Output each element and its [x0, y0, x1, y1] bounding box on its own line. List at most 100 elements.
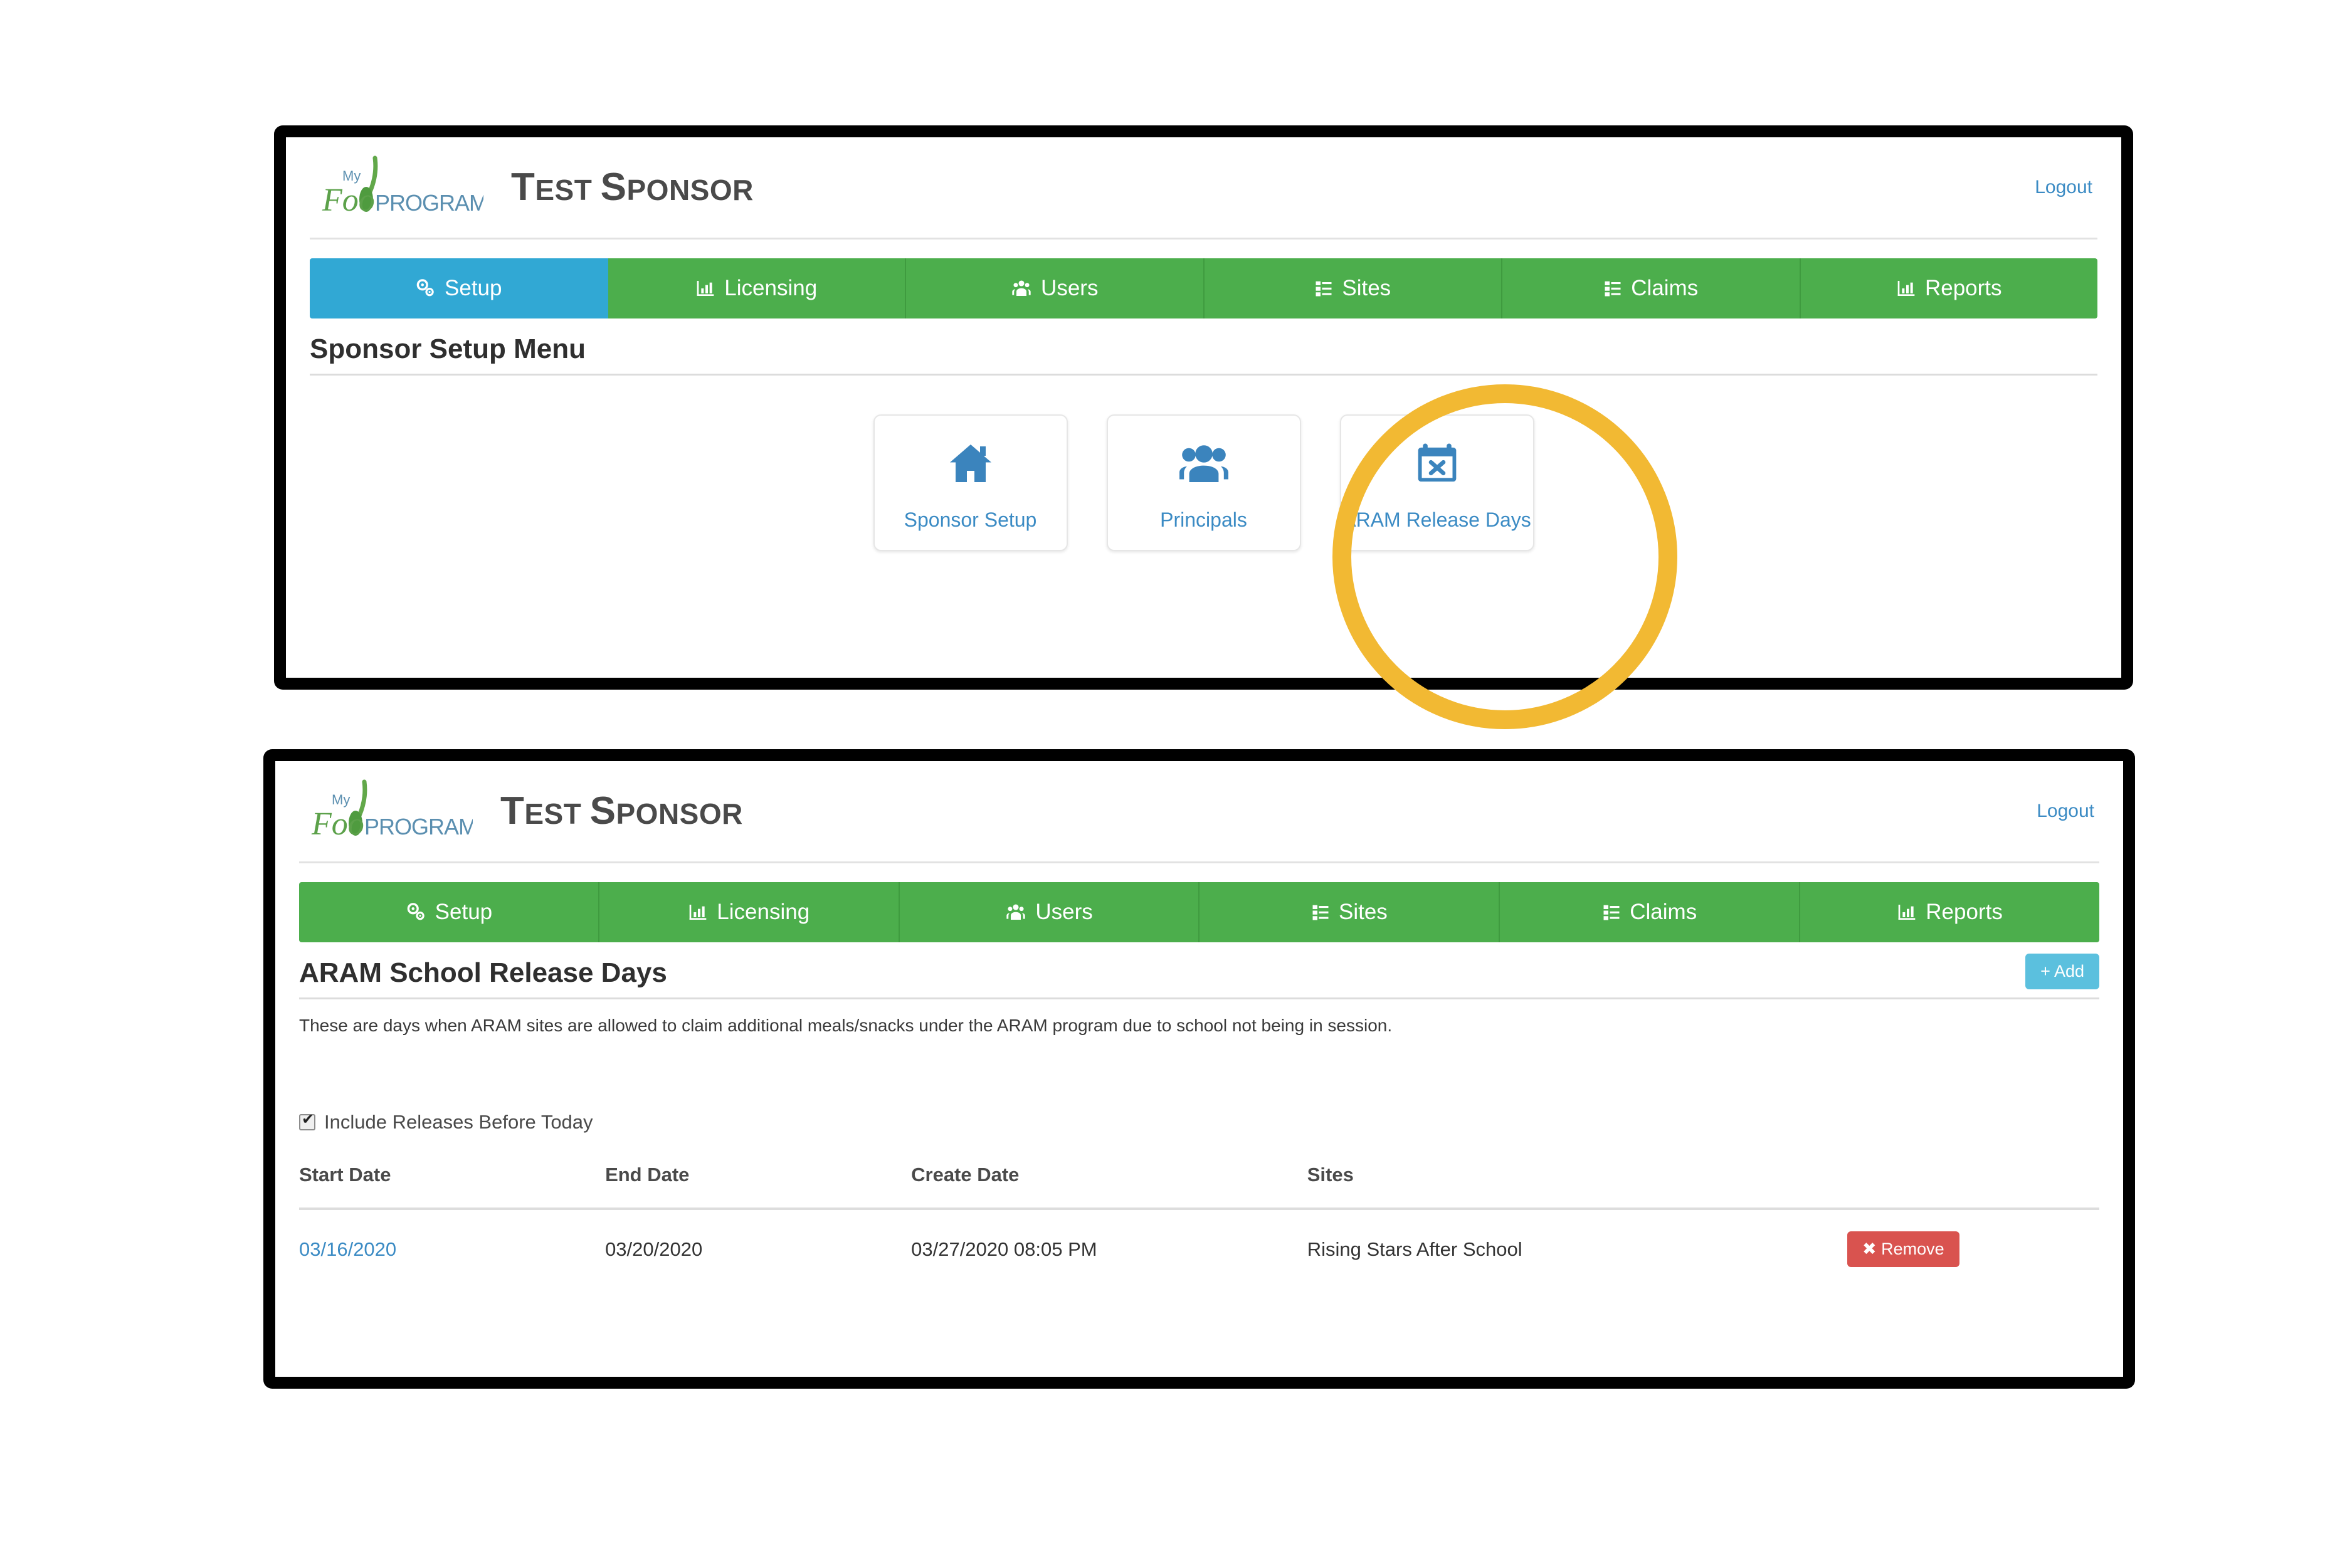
add-button[interactable]: + Add: [2025, 954, 2099, 989]
tab-claims[interactable]: Claims: [1500, 882, 1801, 942]
tab-reports-label: Reports: [1926, 900, 2003, 924]
sponsor-title-rest-ponsor: PONSOR: [626, 174, 754, 206]
tab-setup[interactable]: Setup: [310, 258, 608, 318]
tab-claims-label: Claims: [1631, 276, 1699, 300]
svg-text:Foo: Foo: [311, 806, 364, 842]
sponsor-title-rest-est: EST: [524, 797, 590, 830]
table-header: Start Date End Date Create Date Sites: [299, 1164, 2099, 1210]
cell-sites: Rising Stars After School: [1307, 1238, 1522, 1260]
setup-menu-card-row: Sponsor Setup Principals ARAM Release Da…: [310, 414, 2097, 551]
users-icon: [1005, 902, 1026, 922]
tab-reports-label: Reports: [1924, 276, 2002, 300]
main-navigation-tabs: Setup Licensing Users Sites Claims Repor…: [299, 882, 2099, 942]
bar-chart-icon: [1897, 902, 1917, 922]
site-header: My Foo PROGRAM TEST SPONSOR Logout: [299, 761, 2099, 863]
aram-release-days-heading: ARAM School Release Days + Add: [299, 954, 2099, 999]
column-header-create-date: Create Date: [911, 1164, 1307, 1210]
tab-licensing[interactable]: Licensing: [608, 258, 906, 318]
my-food-program-logo: My Foo PROGRAM: [317, 153, 483, 222]
gears-icon: [405, 902, 426, 923]
main-navigation-tabs: Setup Licensing Users Sites Claims Repor…: [310, 258, 2097, 318]
remove-button[interactable]: ✖ Remove: [1847, 1231, 1959, 1267]
users-icon: [1011, 278, 1032, 298]
menu-card-principals[interactable]: Principals: [1106, 414, 1301, 551]
menu-card-label: Sponsor Setup: [904, 508, 1037, 531]
list-icon: [1314, 279, 1333, 298]
tab-sites[interactable]: Sites: [1204, 258, 1502, 318]
column-header-start-date: Start Date: [299, 1164, 606, 1210]
aram-release-days-screenshot-panel: My Foo PROGRAM TEST SPONSOR Logout Setup: [263, 749, 2135, 1389]
menu-card-aram-release-days[interactable]: ARAM Release Days: [1339, 414, 1534, 551]
tab-licensing[interactable]: Licensing: [599, 882, 900, 942]
svg-text:PROGRAM: PROGRAM: [375, 190, 483, 216]
my-food-program-logo: My Foo PROGRAM: [307, 777, 473, 846]
menu-card-label: Principals: [1160, 508, 1247, 531]
column-header-actions: [1847, 1164, 2099, 1210]
tab-users[interactable]: Users: [906, 258, 1205, 318]
bar-chart-icon: [1896, 278, 1916, 298]
include-releases-label: Include Releases Before Today: [324, 1111, 593, 1133]
tab-users-label: Users: [1041, 276, 1099, 300]
sponsor-title-cap-s: S: [600, 166, 627, 209]
include-releases-before-today-row[interactable]: Include Releases Before Today: [299, 1111, 2099, 1134]
section-title: Sponsor Setup Menu: [310, 334, 586, 364]
site-header: My Foo PROGRAM TEST SPONSOR Logout: [310, 137, 2097, 239]
bar-chart-icon: [695, 278, 715, 298]
page-title: TEST SPONSOR: [500, 792, 743, 831]
panel-content: My Foo PROGRAM TEST SPONSOR Logout Setup: [286, 137, 2121, 678]
menu-card-sponsor-setup[interactable]: Sponsor Setup: [873, 414, 1068, 551]
bar-chart-icon: [688, 902, 708, 922]
sponsor-title-cap-s: S: [589, 789, 616, 833]
release-days-table: Start Date End Date Create Date Sites 03…: [299, 1164, 2099, 1281]
table-row: 03/16/2020 03/20/2020 03/27/2020 08:05 P…: [299, 1209, 2099, 1281]
tab-setup-label: Setup: [435, 900, 493, 924]
tab-sites-label: Sites: [1342, 276, 1391, 300]
sponsor-setup-menu-heading: Sponsor Setup Menu: [310, 334, 2097, 376]
sponsor-title-cap-t: T: [511, 166, 535, 209]
logout-link[interactable]: Logout: [2035, 177, 2092, 198]
cell-actions: ✖ Remove: [1847, 1209, 2099, 1281]
tab-claims[interactable]: Claims: [1502, 258, 1801, 318]
home-icon: [947, 434, 994, 492]
tab-licensing-label: Licensing: [717, 900, 810, 924]
tab-reports[interactable]: Reports: [1800, 882, 2099, 942]
sponsor-setup-screenshot-panel: My Foo PROGRAM TEST SPONSOR Logout Setup: [274, 125, 2133, 690]
sponsor-title-cap-t: T: [500, 789, 525, 833]
tab-licensing-label: Licensing: [724, 276, 818, 300]
calendar-x-icon: [1415, 434, 1459, 492]
tab-users[interactable]: Users: [899, 882, 1200, 942]
tab-claims-label: Claims: [1630, 900, 1697, 924]
tab-setup[interactable]: Setup: [299, 882, 599, 942]
tab-reports[interactable]: Reports: [1800, 258, 2097, 318]
section-title: ARAM School Release Days: [299, 957, 667, 988]
sponsor-title-rest-ponsor: PONSOR: [616, 797, 743, 830]
sponsor-title-rest-est: EST: [535, 174, 601, 206]
tab-setup-label: Setup: [445, 276, 502, 300]
page-title: TEST SPONSOR: [511, 168, 754, 207]
logout-link[interactable]: Logout: [2037, 801, 2094, 822]
svg-text:My: My: [342, 168, 361, 184]
gears-icon: [414, 278, 436, 299]
tab-users-label: Users: [1035, 900, 1093, 924]
column-header-sites: Sites: [1307, 1164, 1848, 1210]
users-group-icon: [1178, 434, 1230, 492]
cell-start-date: 03/16/2020: [299, 1209, 605, 1281]
list-icon: [1602, 903, 1621, 922]
menu-card-label: ARAM Release Days: [1342, 508, 1531, 531]
table-header-row: Start Date End Date Create Date Sites: [299, 1164, 2099, 1210]
cell-create-date: 03/27/2020 08:05 PM: [911, 1238, 1097, 1260]
list-icon: [1603, 279, 1622, 298]
cell-end-date: 03/20/2020: [605, 1238, 703, 1260]
panel-content: My Foo PROGRAM TEST SPONSOR Logout Setup: [275, 761, 2123, 1377]
column-header-end-date: End Date: [605, 1164, 912, 1210]
svg-text:Foo: Foo: [322, 182, 375, 218]
tab-sites-label: Sites: [1338, 900, 1388, 924]
section-description: These are days when ARAM sites are allow…: [299, 1016, 1393, 1035]
table-body: 03/16/2020 03/20/2020 03/27/2020 08:05 P…: [299, 1209, 2099, 1281]
start-date-link[interactable]: 03/16/2020: [299, 1238, 396, 1260]
list-icon: [1311, 903, 1330, 922]
svg-text:PROGRAM: PROGRAM: [364, 814, 473, 839]
include-releases-checkbox[interactable]: [299, 1112, 315, 1130]
svg-text:My: My: [332, 792, 350, 808]
tab-sites[interactable]: Sites: [1200, 882, 1500, 942]
